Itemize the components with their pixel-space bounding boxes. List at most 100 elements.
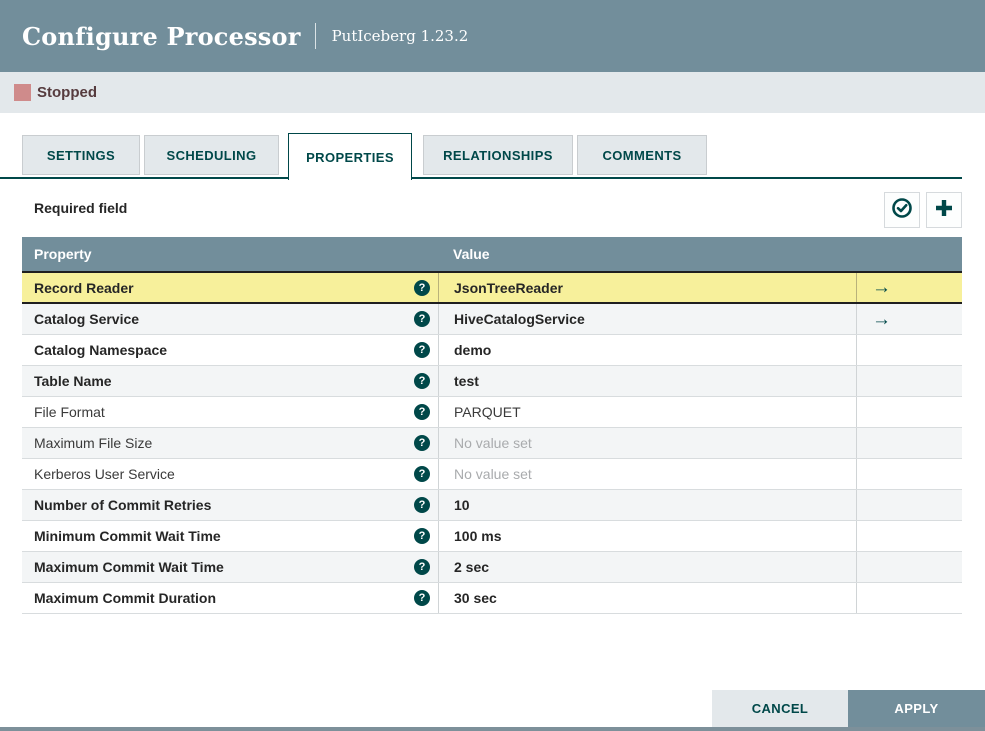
help-icon[interactable]: ? [414, 373, 430, 389]
row-actions-cell [856, 521, 962, 551]
row-actions-cell [856, 335, 962, 365]
property-value: 30 sec [454, 590, 497, 606]
dialog-title: Configure Processor [22, 21, 301, 51]
table-row[interactable]: Catalog Service? HiveCatalogService → [22, 304, 962, 335]
row-actions-cell [856, 428, 962, 458]
property-value-cell[interactable]: JsonTreeReader [438, 273, 856, 302]
status-label: Stopped [37, 84, 97, 101]
tab-relationships[interactable]: RELATIONSHIPS [423, 135, 573, 175]
help-icon[interactable]: ? [414, 528, 430, 544]
property-name: Kerberos User Service [34, 466, 175, 482]
property-name: File Format [34, 404, 105, 420]
row-actions-cell [856, 552, 962, 582]
required-field-label: Required field [34, 200, 128, 216]
property-value: 100 ms [454, 528, 502, 544]
properties-toolbar: Required field [22, 190, 962, 230]
property-value: PARQUET [454, 404, 521, 420]
property-name-cell: Catalog Service? [22, 304, 438, 334]
property-name-cell: File Format? [22, 397, 438, 427]
help-icon[interactable]: ? [414, 311, 430, 327]
table-row[interactable]: Table Name? test [22, 366, 962, 397]
tab-label: COMMENTS [602, 147, 682, 163]
property-value: 10 [454, 497, 470, 513]
property-value-cell[interactable]: HiveCatalogService [438, 304, 856, 334]
property-value: No value set [454, 435, 532, 451]
property-value-cell[interactable]: No value set [438, 428, 856, 458]
property-name: Number of Commit Retries [34, 497, 212, 513]
stopped-status-icon [14, 84, 31, 101]
check-circle-icon [890, 196, 914, 225]
property-name-cell: Maximum Commit Wait Time? [22, 552, 438, 582]
tab-settings[interactable]: SETTINGS [22, 135, 140, 175]
help-icon[interactable]: ? [414, 342, 430, 358]
table-row[interactable]: Minimum Commit Wait Time? 100 ms [22, 521, 962, 552]
tab-label: SETTINGS [46, 147, 116, 163]
tab-scheduling[interactable]: SCHEDULING [144, 135, 279, 175]
property-name-cell: Kerberos User Service? [22, 459, 438, 489]
property-name-cell: Catalog Namespace? [22, 335, 438, 365]
property-value: JsonTreeReader [454, 279, 563, 296]
help-icon[interactable]: ? [414, 590, 430, 606]
tab-label: PROPERTIES [306, 149, 394, 165]
dialog-header: Configure Processor PutIceberg 1.23.2 [0, 0, 985, 72]
property-name: Record Reader [34, 279, 134, 296]
property-value: demo [454, 342, 492, 358]
tab-comments[interactable]: COMMENTS [577, 135, 707, 175]
property-name: Catalog Namespace [34, 342, 168, 358]
tab-bar: SETTINGS SCHEDULING PROPERTIES RELATIONSHIP… [0, 133, 985, 180]
help-icon[interactable]: ? [414, 404, 430, 420]
property-value-cell[interactable]: No value set [438, 459, 856, 489]
property-name-cell: Table Name? [22, 366, 438, 396]
property-name: Maximum Commit Wait Time [34, 559, 224, 575]
property-value-cell[interactable]: test [438, 366, 856, 396]
help-icon[interactable]: ? [414, 497, 430, 513]
table-row[interactable]: Maximum Commit Duration? 30 sec [22, 583, 962, 614]
tab-properties[interactable]: PROPERTIES [288, 133, 412, 180]
tab-label: SCHEDULING [166, 147, 257, 163]
add-property-button[interactable] [926, 192, 962, 228]
status-bar: Stopped [0, 72, 985, 113]
cancel-button[interactable]: CANCEL [712, 690, 848, 727]
row-actions-cell [856, 459, 962, 489]
go-to-service-arrow-icon[interactable]: → [872, 310, 891, 329]
row-actions-cell: → [856, 304, 962, 334]
property-name: Table Name [34, 373, 112, 389]
properties-table: Property Value Record Reader? JsonTreeRea… [22, 237, 962, 614]
table-row[interactable]: Record Reader? JsonTreeReader → [22, 271, 962, 304]
property-value-cell[interactable]: 30 sec [438, 583, 856, 613]
help-icon[interactable]: ? [414, 279, 430, 296]
table-row[interactable]: Number of Commit Retries? 10 [22, 490, 962, 521]
property-value: HiveCatalogService [454, 311, 585, 327]
property-name-cell: Minimum Commit Wait Time? [22, 521, 438, 551]
title-separator [314, 23, 316, 49]
table-row[interactable]: File Format? PARQUET [22, 397, 962, 428]
table-row[interactable]: Maximum File Size? No value set [22, 428, 962, 459]
property-value-cell[interactable]: PARQUET [438, 397, 856, 427]
help-icon[interactable]: ? [414, 559, 430, 575]
apply-button[interactable]: APPLY [848, 690, 985, 727]
property-name-cell: Number of Commit Retries? [22, 490, 438, 520]
verify-properties-button[interactable] [884, 192, 920, 228]
row-actions-cell [856, 366, 962, 396]
property-name-cell: Maximum Commit Duration? [22, 583, 438, 613]
property-value: 2 sec [454, 559, 490, 575]
row-actions-cell [856, 490, 962, 520]
column-header-value: Value [453, 246, 490, 262]
help-icon[interactable]: ? [414, 435, 430, 451]
go-to-service-arrow-icon[interactable]: → [872, 278, 891, 297]
help-icon[interactable]: ? [414, 466, 430, 482]
table-row[interactable]: Catalog Namespace? demo [22, 335, 962, 366]
table-row[interactable]: Maximum Commit Wait Time? 2 sec [22, 552, 962, 583]
row-actions-cell: → [856, 273, 962, 302]
plus-icon [932, 196, 956, 225]
property-value-cell[interactable]: 2 sec [438, 552, 856, 582]
processor-type-version: PutIceberg 1.23.2 [331, 27, 469, 45]
table-row[interactable]: Kerberos User Service? No value set [22, 459, 962, 490]
property-value-cell[interactable]: demo [438, 335, 856, 365]
property-name: Maximum File Size [34, 435, 153, 451]
property-value-cell[interactable]: 10 [438, 490, 856, 520]
property-value: No value set [454, 466, 532, 482]
dialog-bottom-edge [0, 727, 985, 731]
property-value-cell[interactable]: 100 ms [438, 521, 856, 551]
property-name-cell: Maximum File Size? [22, 428, 438, 458]
